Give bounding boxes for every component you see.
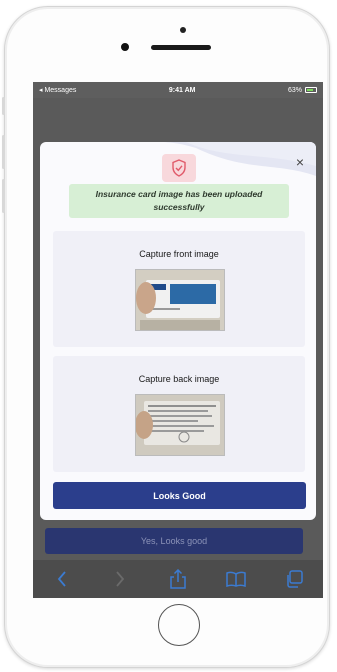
chevron-right-icon[interactable] — [108, 567, 132, 591]
success-toast: Insurance card image has been uploaded s… — [69, 184, 289, 218]
share-icon[interactable] — [166, 567, 190, 591]
camera-dot — [121, 43, 129, 51]
status-time: 9:41 AM — [168, 86, 196, 94]
status-bar: ◂ Messages 9:41 AM 63% — [33, 82, 323, 98]
front-capture-title: Capture front image — [139, 249, 219, 259]
bookmarks-icon[interactable] — [224, 567, 248, 591]
back-card-thumbnail[interactable] — [135, 394, 225, 456]
back-capture-title: Capture back image — [138, 374, 220, 384]
upload-modal: × Insurance card image has been uploaded… — [40, 142, 316, 520]
front-card-thumbnail[interactable] — [135, 269, 225, 331]
status-back-app[interactable]: ◂ Messages — [39, 86, 76, 94]
tabs-icon[interactable] — [282, 567, 306, 591]
toast-line-1: Insurance card image has been uploaded — [95, 189, 263, 199]
insurance-card-front-image — [136, 270, 224, 330]
volume-up-button — [2, 135, 5, 169]
mute-switch — [2, 97, 5, 115]
battery-percent: 63% — [287, 86, 302, 94]
looks-good-button[interactable]: Looks Good — [53, 482, 306, 509]
shield-check-icon — [172, 159, 186, 177]
chevron-left-icon[interactable] — [50, 567, 74, 591]
back-capture-card[interactable]: Capture back image — [53, 356, 305, 472]
front-capture-card[interactable]: Capture front image — [53, 231, 305, 347]
safari-toolbar — [33, 560, 323, 598]
battery-icon — [304, 87, 317, 93]
device-screen: ◂ Messages 9:41 AM 63% Yes, Looks good ×… — [33, 82, 323, 598]
volume-down-button — [2, 179, 5, 213]
status-right: 63% — [288, 87, 317, 94]
background-confirm-button: Yes, Looks good — [45, 528, 303, 554]
shield-badge — [162, 154, 196, 182]
insurance-card-back-image — [136, 395, 224, 455]
close-icon[interactable]: × — [296, 154, 304, 170]
home-button[interactable] — [158, 604, 200, 646]
toast-line-2: successfully — [153, 202, 205, 212]
front-camera — [180, 27, 186, 33]
earpiece-speaker — [151, 45, 211, 50]
